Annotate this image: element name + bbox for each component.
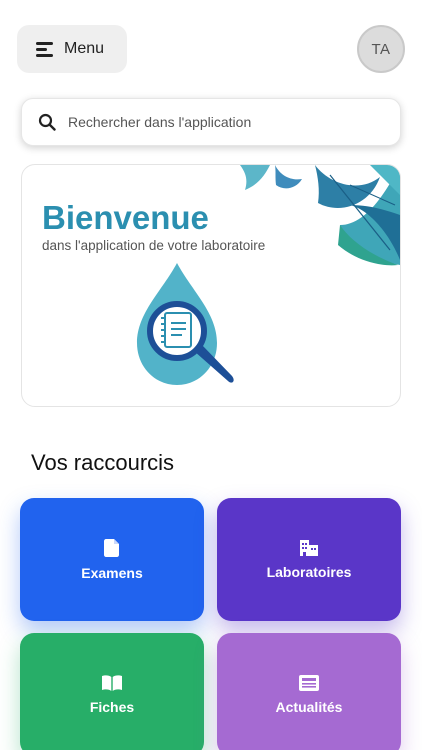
leaves-illustration xyxy=(240,165,400,266)
shortcut-examens[interactable]: Examens xyxy=(20,498,204,621)
lab-drop-illustration xyxy=(137,263,234,385)
search-icon xyxy=(38,113,56,131)
shortcut-label: Examens xyxy=(81,564,143,581)
avatar[interactable]: TA xyxy=(357,25,405,73)
document-icon xyxy=(104,538,119,557)
banner-subtitle: dans l'application de votre laboratoire xyxy=(42,238,266,253)
shortcut-label: Fiches xyxy=(89,698,135,715)
banner-title: Bienvenue xyxy=(42,199,209,236)
search-bar[interactable] xyxy=(21,98,401,146)
shortcuts-title: Vos raccourcis xyxy=(31,450,175,475)
avatar-initials: TA xyxy=(371,40,391,58)
menu-label: Menu xyxy=(64,40,105,57)
building-icon xyxy=(300,539,318,556)
hamburger-icon xyxy=(36,41,53,57)
welcome-banner: Bienvenue dans l'application de votre la… xyxy=(21,164,401,407)
shortcut-fiches[interactable]: Fiches xyxy=(20,633,204,750)
shortcut-label: Laboratoires xyxy=(266,563,352,580)
menu-button[interactable]: Menu xyxy=(17,25,127,73)
book-icon xyxy=(102,674,122,691)
shortcut-laboratoires[interactable]: Laboratoires xyxy=(217,498,401,621)
search-input[interactable] xyxy=(68,114,368,130)
home-screen: Menu TA Bienvenue dans l'application de … xyxy=(0,0,422,750)
newspaper-icon xyxy=(299,674,319,691)
shortcut-label: Actualités xyxy=(275,698,343,715)
shortcut-actualites[interactable]: Actualités xyxy=(217,633,401,750)
